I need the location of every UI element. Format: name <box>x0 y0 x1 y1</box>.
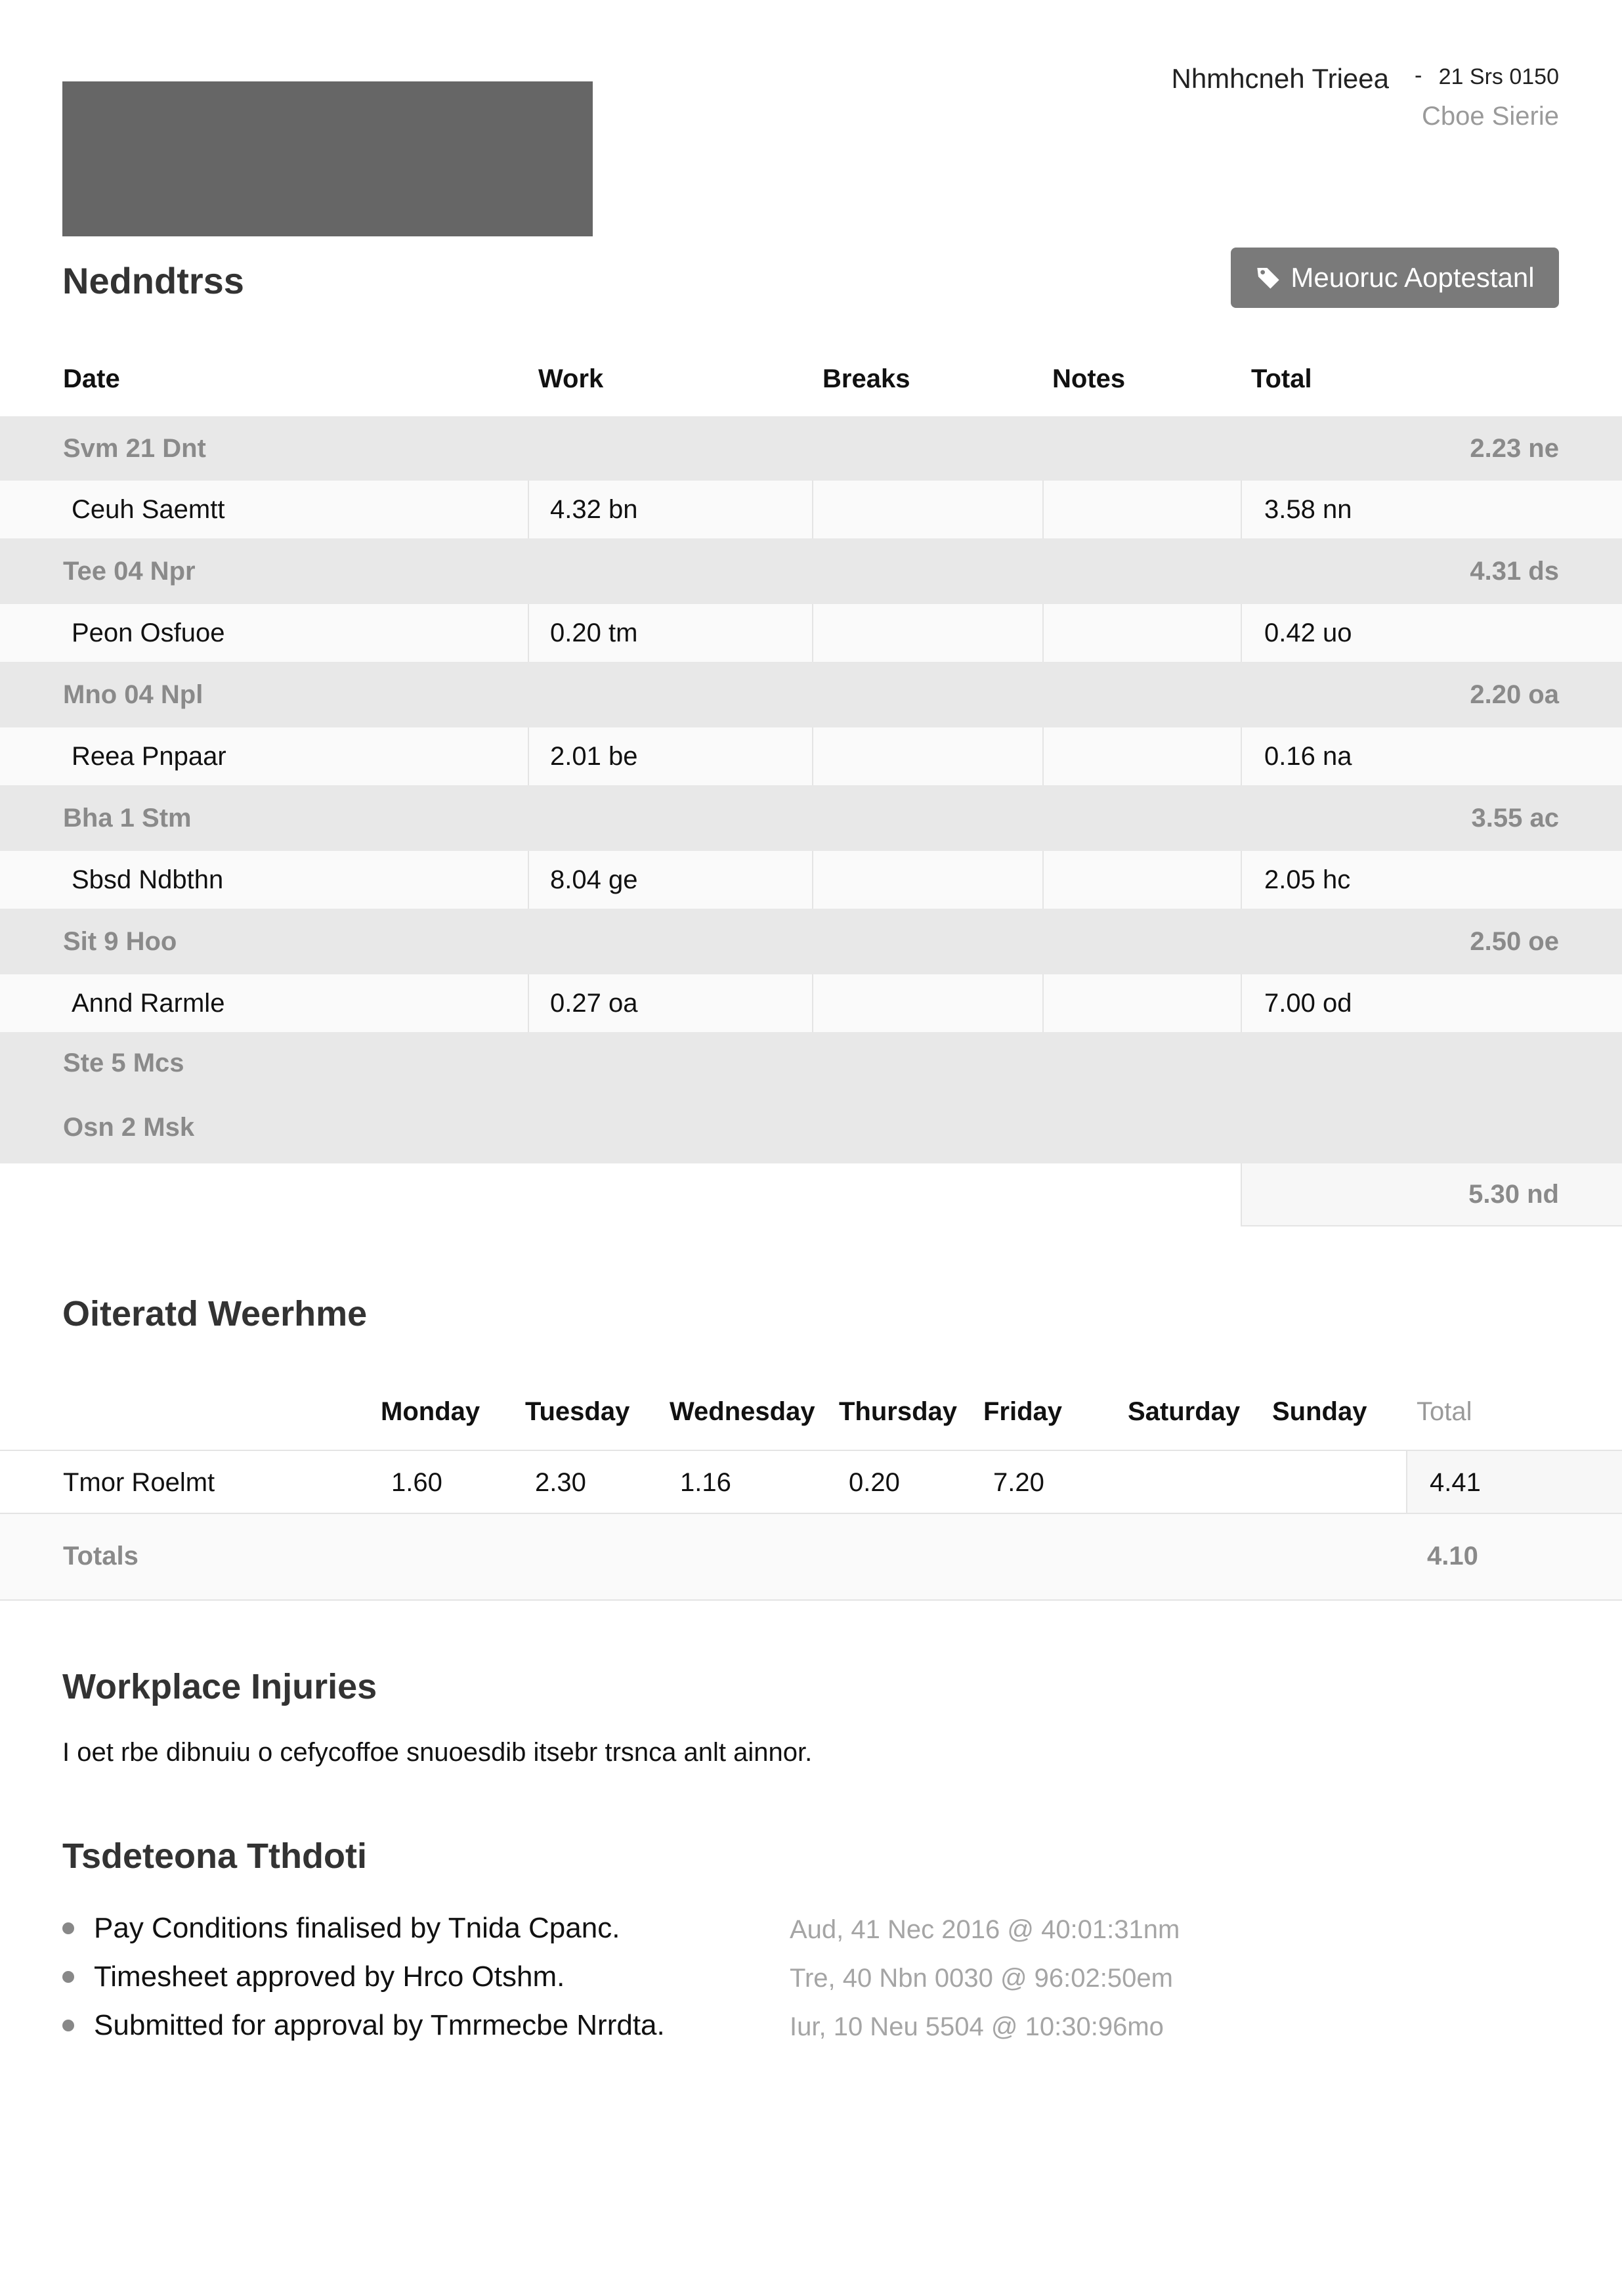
injuries-title: Workplace Injuries <box>62 1667 377 1706</box>
total-cell: 0.16 na <box>1264 742 1352 771</box>
page-title: Nedndtrss <box>62 260 244 301</box>
weekly-employee-name: Tmor Roelmt <box>63 1468 215 1497</box>
work-cell: 4.32 bn <box>550 495 638 524</box>
table-row[interactable]: Peon Osfuoe 0.20 tm 0.42 uo <box>0 604 1622 662</box>
tag-button-label: Meuoruc Aoptestanl <box>1291 262 1535 293</box>
day-label: Mno 04 Npl <box>63 680 203 709</box>
day-group-header: Bha 1 Stm 3.55 ac <box>0 785 1622 851</box>
day-group-header: Sit 9 Hoo 2.50 oe <box>0 909 1622 974</box>
day-group-header: Ste 5 Mcs Osn 2 Msk <box>0 1032 1622 1163</box>
weekday-header: Wednesday <box>670 1397 815 1426</box>
employee-name: Nhmhcneh Trieea <box>1171 63 1389 94</box>
day-total: 2.50 oe <box>1470 927 1559 956</box>
company-logo <box>62 81 593 236</box>
work-cell: 0.27 oa <box>550 989 638 1018</box>
weekly-row-total: 4.41 <box>1430 1468 1481 1497</box>
total-cell: 7.00 od <box>1264 989 1352 1018</box>
activity-item: Submitted for approval by Tmrmecbe Nrrdt… <box>62 2009 665 2042</box>
table-row[interactable]: Annd Rarmle 0.27 oa 7.00 od <box>0 974 1622 1032</box>
work-cell: 0.20 tm <box>550 618 638 647</box>
injuries-text: I oet rbe dibnuiu o cefycoffoe snuoesdib… <box>62 1738 813 1767</box>
column-header-total: Total <box>1251 364 1312 393</box>
day-group-header: Mno 04 Npl 2.20 oa <box>0 662 1622 727</box>
day-group-header: Tee 04 Npr 4.31 ds <box>0 538 1622 604</box>
employee-name-cell: Annd Rarmle <box>72 989 225 1018</box>
day-label: Tee 04 Npr <box>63 557 196 586</box>
activity-text: Pay Conditions finalised by Tnida Cpanc. <box>94 1912 620 1944</box>
activity-item: Timesheet approved by Hrco Otshm. <box>62 1960 565 1993</box>
day-label: Ste 5 Mcs <box>63 1049 184 1077</box>
day-label: Sit 9 Hoo <box>63 927 177 956</box>
header-date: 21 Srs 0150 <box>1438 64 1559 89</box>
work-cell: 2.01 be <box>550 742 638 771</box>
weekly-value: 7.20 <box>993 1468 1044 1497</box>
weekly-summary-title: Oiteratd Weerhme <box>62 1294 368 1333</box>
employee-name-cell: Reea Pnpaar <box>72 742 226 771</box>
bullet-icon <box>62 2020 74 2031</box>
weekly-total-header: Total <box>1417 1397 1472 1426</box>
header-subtitle: Cboe Sierie <box>1421 102 1559 131</box>
tag-button[interactable]: Meuoruc Aoptestanl <box>1231 248 1559 308</box>
totals-label: Totals <box>63 1542 139 1570</box>
activity-item: Pay Conditions finalised by Tnida Cpanc. <box>62 1912 620 1945</box>
activity-timestamp: Tre, 40 Nbn 0030 @ 96:02:50em <box>790 1964 1173 1993</box>
activity-timestamp: Aud, 41 Nec 2016 @ 40:01:31nm <box>790 1915 1180 1944</box>
column-header-date: Date <box>63 364 120 393</box>
employee-name-cell: Ceuh Saemtt <box>72 495 225 524</box>
day-group-header: Svm 21 Dnt 2.23 ne <box>0 416 1622 481</box>
weekly-value: 2.30 <box>535 1468 586 1497</box>
table-row[interactable]: Reea Pnpaar 2.01 be 0.16 na <box>0 727 1622 785</box>
day-label: Bha 1 Stm <box>63 804 192 833</box>
weekday-header: Tuesday <box>525 1397 630 1426</box>
activity-timestamp: Iur, 10 Neu 5504 @ 10:30:96mo <box>790 2012 1164 2041</box>
weekday-header: Thursday <box>839 1397 958 1426</box>
employee-name-cell: Peon Osfuoe <box>72 618 225 647</box>
grand-total-cell: 5.30 nd <box>1241 1163 1622 1226</box>
weekday-header: Friday <box>983 1397 1063 1426</box>
weekly-value: 1.60 <box>391 1468 442 1497</box>
activity-text: Submitted for approval by Tmrmecbe Nrrdt… <box>94 2009 665 2041</box>
work-cell: 8.04 ge <box>550 865 638 894</box>
weekly-totals-row: Totals 4.10 <box>0 1514 1622 1601</box>
header-separator: - <box>1415 63 1422 88</box>
table-row[interactable]: Ceuh Saemtt 4.32 bn 3.58 nn <box>0 481 1622 538</box>
weekday-header: Monday <box>381 1397 480 1426</box>
weekly-value: 0.20 <box>849 1468 900 1497</box>
column-header-breaks: Breaks <box>822 364 910 393</box>
day-label: Osn 2 Msk <box>63 1113 195 1142</box>
weekday-header: Saturday <box>1128 1397 1241 1426</box>
grand-total: 5.30 nd <box>1468 1180 1559 1209</box>
column-header-work: Work <box>538 364 604 393</box>
total-cell: 0.42 uo <box>1264 618 1352 647</box>
day-total: 3.55 ac <box>1471 804 1559 833</box>
activity-title: Tsdeteona Tthdoti <box>62 1836 367 1876</box>
weekly-value: 1.16 <box>680 1468 731 1497</box>
weekday-header: Sunday <box>1272 1397 1367 1426</box>
tag-icon <box>1257 268 1280 289</box>
column-header-notes: Notes <box>1052 364 1126 393</box>
bullet-icon <box>62 1971 74 1983</box>
table-row[interactable]: Sbsd Ndbthn 8.04 ge 2.05 hc <box>0 851 1622 909</box>
day-total: 4.31 ds <box>1470 557 1559 586</box>
day-label: Svm 21 Dnt <box>63 434 206 463</box>
day-total: 2.23 ne <box>1470 434 1559 463</box>
activity-text: Timesheet approved by Hrco Otshm. <box>94 1960 565 1993</box>
total-cell: 3.58 nn <box>1264 495 1352 524</box>
employee-name-cell: Sbsd Ndbthn <box>72 865 224 894</box>
totals-value: 4.10 <box>1427 1542 1478 1570</box>
weekly-row[interactable]: Tmor Roelmt 1.60 2.30 1.16 0.20 7.20 4.4… <box>0 1450 1622 1514</box>
day-total: 2.20 oa <box>1470 680 1559 709</box>
bullet-icon <box>62 1922 74 1934</box>
total-cell: 2.05 hc <box>1264 865 1351 894</box>
